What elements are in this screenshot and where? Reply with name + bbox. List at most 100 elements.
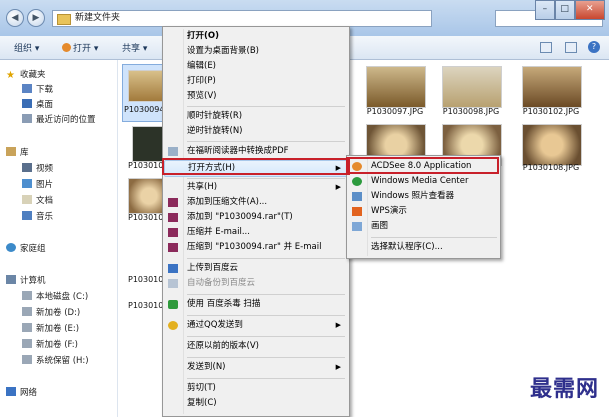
- media-center-icon: [352, 177, 362, 186]
- menu-separator: [187, 315, 345, 316]
- menu-item-send-to[interactable]: 发送到(N) ▶: [163, 360, 349, 375]
- menu-item-label: 逆时针旋转(N): [187, 126, 243, 136]
- nav-music[interactable]: 音乐: [22, 210, 53, 224]
- nav-drive-e[interactable]: 新加卷 (E:): [22, 322, 79, 336]
- photo-thumbnail[interactable]: [442, 66, 502, 108]
- menu-item-copy[interactable]: 复制(C): [163, 396, 349, 411]
- context-menu: 打开(O) 设置为桌面背景(B) 编辑(E) 打印(P) 预览(V) 顺时针旋转…: [162, 26, 350, 417]
- menu-separator: [187, 141, 345, 142]
- menu-item-set-background[interactable]: 设置为桌面背景(B): [163, 44, 349, 59]
- nav-libraries-label: 库: [20, 148, 29, 158]
- menu-item-open[interactable]: 打开(O): [163, 29, 349, 44]
- acdsee-icon: [62, 43, 71, 52]
- nav-recent[interactable]: 最近访问的位置: [22, 113, 96, 127]
- nav-drive-d-label: 新加卷 (D:): [36, 308, 81, 318]
- nav-network[interactable]: 网络: [6, 386, 37, 400]
- menu-item-label: 上传到百度云: [187, 263, 239, 273]
- minimize-button[interactable]: –: [535, 0, 555, 20]
- nav-drive-h[interactable]: 系统保留 (H:): [22, 354, 89, 368]
- help-icon[interactable]: ?: [588, 41, 600, 53]
- maximize-button[interactable]: □: [554, 0, 575, 20]
- menu-separator: [187, 106, 345, 107]
- close-button[interactable]: ✕: [574, 0, 605, 20]
- nav-drive-c[interactable]: 本地磁盘 (C:): [22, 290, 88, 304]
- nav-desktop-label: 桌面: [36, 100, 54, 110]
- menu-item-label: 打印(P): [187, 76, 216, 86]
- nav-homegroup-label: 家庭组: [20, 244, 46, 254]
- menu-separator: [187, 178, 345, 179]
- address-bar[interactable]: 新建文件夹: [52, 10, 432, 27]
- drive-icon: [22, 291, 32, 300]
- menu-item-label: 发送到(N): [187, 362, 226, 372]
- menu-item-label: 选择默认程序(C)...: [371, 242, 443, 252]
- menu-item-add-rar[interactable]: 添加到 "P1030094.rar"(T): [163, 210, 349, 225]
- menu-item-add-archive[interactable]: 添加到压缩文件(A)...: [163, 195, 349, 210]
- share-button[interactable]: 共享 ▾: [122, 42, 147, 56]
- file-name: P1030102.JPG: [522, 107, 580, 116]
- menu-item-compress-email[interactable]: 压缩并 E-mail...: [163, 225, 349, 240]
- homegroup-icon: [6, 243, 16, 252]
- nav-favorites[interactable]: ★ 收藏夹: [6, 68, 46, 82]
- pictures-icon: [22, 179, 32, 188]
- nav-drive-d[interactable]: 新加卷 (D:): [22, 306, 80, 320]
- forward-button[interactable]: ▶: [27, 9, 45, 27]
- submenu-item-paint[interactable]: 画图: [347, 219, 500, 234]
- menu-item-label: 使用 百度杀毒 扫描: [187, 299, 261, 309]
- menu-item-label: 共享(H): [187, 182, 218, 192]
- open-button[interactable]: 打开 ▾: [62, 42, 98, 56]
- menu-separator: [187, 357, 345, 358]
- menu-item-restore[interactable]: 还原以前的版本(V): [163, 339, 349, 354]
- back-button[interactable]: ◀: [6, 9, 24, 27]
- organize-button[interactable]: 组织 ▾: [14, 42, 39, 56]
- winrar-icon: [168, 198, 178, 207]
- shield-icon: [168, 300, 178, 309]
- menu-item-label: Windows Media Center: [371, 176, 469, 186]
- menu-item-share[interactable]: 共享(H) ▶: [163, 180, 349, 195]
- nav-videos-label: 视频: [36, 164, 54, 174]
- preview-pane-icon[interactable]: [565, 42, 577, 53]
- nav-computer[interactable]: 计算机: [6, 274, 46, 288]
- nav-desktop[interactable]: 桌面: [22, 98, 53, 112]
- nav-downloads[interactable]: 下载: [22, 83, 53, 97]
- menu-separator: [187, 378, 345, 379]
- menu-item-preview[interactable]: 预览(V): [163, 89, 349, 104]
- photo-thumbnail[interactable]: [366, 66, 426, 108]
- view-options-icon[interactable]: [540, 42, 552, 53]
- nav-videos[interactable]: 视频: [22, 162, 53, 176]
- submenu-item-photo-viewer[interactable]: Windows 照片查看器: [347, 189, 500, 204]
- menu-item-compress-rar-email[interactable]: 压缩到 "P1030094.rar" 并 E-mail: [163, 240, 349, 255]
- menu-item-baidu-scan[interactable]: 使用 百度杀毒 扫描: [163, 297, 349, 312]
- menu-item-label: 添加到 "P1030094.rar"(T): [187, 212, 293, 222]
- menu-item-upload-baidu[interactable]: 上传到百度云: [163, 261, 349, 276]
- submenu-item-choose-default[interactable]: 选择默认程序(C)...: [347, 240, 500, 255]
- nav-drive-f-label: 新加卷 (F:): [36, 340, 78, 350]
- documents-icon: [22, 195, 32, 204]
- menu-item-rotate-ccw[interactable]: 逆时针旋转(N): [163, 124, 349, 139]
- menu-item-auto-backup[interactable]: 自动备份到百度云: [163, 276, 349, 291]
- photo-thumbnail: [128, 70, 166, 102]
- menu-item-label: 顺时针旋转(R): [187, 111, 243, 121]
- menu-item-label: 预览(V): [187, 91, 217, 101]
- submenu-item-wmc[interactable]: Windows Media Center: [347, 174, 500, 189]
- photo-thumbnail[interactable]: [522, 124, 582, 166]
- menu-item-rotate-cw[interactable]: 顺时针旋转(R): [163, 109, 349, 124]
- menu-item-label: 添加到压缩文件(A)...: [187, 197, 268, 207]
- nav-homegroup[interactable]: 家庭组: [6, 242, 46, 256]
- annotation-box-acdsee: [346, 157, 499, 174]
- photo-thumbnail[interactable]: [522, 66, 582, 108]
- nav-drive-f[interactable]: 新加卷 (F:): [22, 338, 78, 352]
- menu-item-label: 在福昕阅读器中转换成PDF: [187, 146, 289, 156]
- nav-documents[interactable]: 文档: [22, 194, 53, 208]
- menu-item-edit[interactable]: 编辑(E): [163, 59, 349, 74]
- menu-item-send-qq[interactable]: 通过QQ发送到 ▶: [163, 318, 349, 333]
- submenu-item-wps[interactable]: WPS演示: [347, 204, 500, 219]
- menu-item-label: 还原以前的版本(V): [187, 341, 259, 351]
- submenu-arrow-icon: ▶: [335, 321, 341, 329]
- menu-item-convert-pdf[interactable]: 在福昕阅读器中转换成PDF: [163, 144, 349, 159]
- qq-icon: [168, 321, 178, 330]
- menu-item-print[interactable]: 打印(P): [163, 74, 349, 89]
- menu-separator: [187, 294, 345, 295]
- nav-libraries[interactable]: 库: [6, 146, 29, 160]
- nav-pictures[interactable]: 图片: [22, 178, 53, 192]
- menu-item-cut[interactable]: 剪切(T): [163, 381, 349, 396]
